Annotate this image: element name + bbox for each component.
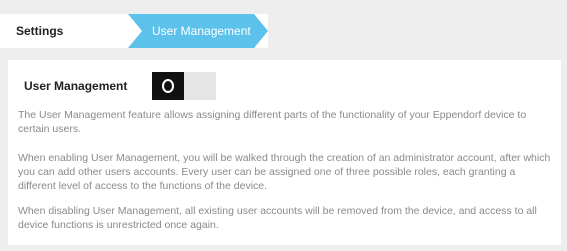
breadcrumb-background xyxy=(268,14,567,48)
breadcrumb-settings-label: Settings xyxy=(16,24,64,38)
user-management-row: User Management xyxy=(24,72,216,100)
breadcrumb-user-management-label: User Management xyxy=(152,24,251,38)
user-management-panel: User Management The User Management feat… xyxy=(8,60,561,245)
breadcrumb: Settings User Management xyxy=(0,14,567,48)
user-management-label: User Management xyxy=(24,79,128,93)
user-management-toggle[interactable] xyxy=(152,72,216,100)
power-off-icon xyxy=(162,79,174,93)
toggle-knob xyxy=(152,72,184,100)
enabling-paragraph: When enabling User Management, you will … xyxy=(18,152,551,192)
disabling-paragraph: When disabling User Management, all exis… xyxy=(18,205,537,231)
description-paragraph: The User Management feature allows assig… xyxy=(18,109,527,135)
